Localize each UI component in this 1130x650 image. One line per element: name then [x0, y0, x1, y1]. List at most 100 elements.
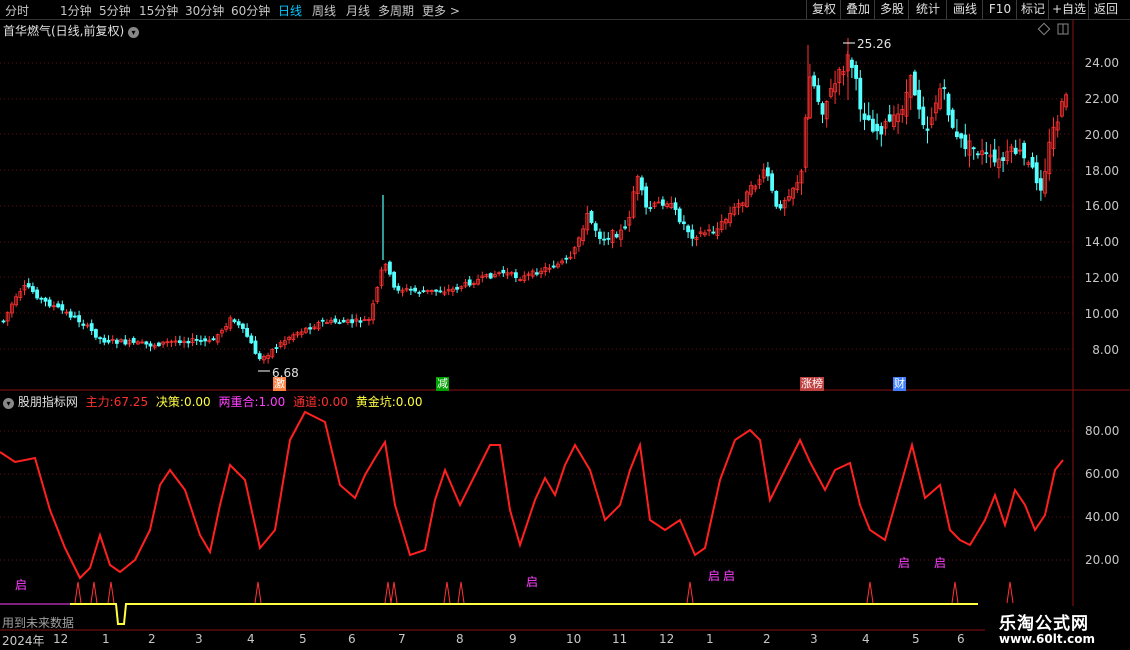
- candle-body: [946, 93, 951, 116]
- date-tick: 8: [456, 632, 464, 646]
- candle-body: [766, 167, 770, 177]
- candle-body: [640, 177, 644, 191]
- event-tag[interactable]: 减: [436, 377, 449, 391]
- candle-body: [564, 257, 569, 260]
- signal-spike: [384, 581, 392, 604]
- watermark-url: www.60lt.com: [999, 632, 1096, 646]
- candle-body: [421, 290, 426, 293]
- candle-body: [198, 340, 203, 342]
- candle-body: [249, 335, 254, 344]
- price-tick: 18.00: [1084, 164, 1119, 178]
- candle-body: [711, 231, 716, 234]
- candle-body: [26, 283, 31, 288]
- stock-title: 首华燃气(日线,前复权) ▾: [3, 22, 140, 39]
- start-signal-label: 启: [934, 556, 947, 570]
- event-tag[interactable]: 激: [273, 377, 286, 391]
- indicator-item-label: 通道:: [293, 395, 322, 409]
- indicator-item-label: 两重合:: [218, 395, 259, 409]
- candle-body: [203, 338, 208, 342]
- start-signal-label: 启: [15, 578, 28, 592]
- decision-line: [0, 603, 978, 625]
- watermark-title: 乐淘公式网: [999, 614, 1089, 634]
- date-tick: 2024年: [2, 634, 45, 648]
- signal-spike: [390, 581, 398, 604]
- candle-body: [921, 106, 926, 126]
- date-tick: 9: [509, 632, 517, 646]
- candle-body: [866, 115, 871, 121]
- candle-body: [673, 202, 678, 210]
- candle-body: [623, 226, 627, 229]
- candle-body: [186, 341, 191, 344]
- date-tick: 11: [612, 632, 628, 646]
- candle-body: [551, 265, 556, 268]
- indicator-tick: 40.00: [1085, 510, 1120, 524]
- candle-body: [89, 323, 94, 332]
- stock-chart-canvas[interactable]: [0, 0, 1130, 650]
- candle-body: [232, 319, 237, 323]
- start-signal-label: 启: [526, 575, 539, 589]
- indicator-item-label: 黄金坑:: [355, 395, 396, 409]
- candle-body: [1030, 156, 1035, 168]
- start-signal-label: 启: [898, 556, 911, 570]
- candle-body: [177, 340, 182, 344]
- candle-body: [413, 287, 418, 292]
- candle-body: [81, 323, 86, 326]
- date-tick: 2: [763, 632, 771, 646]
- date-tick: 2: [148, 632, 156, 646]
- candlestick-series: [1, 38, 1068, 364]
- signal-spike: [254, 581, 262, 604]
- candle-body: [434, 289, 439, 292]
- candle-body: [68, 311, 73, 318]
- candle-body: [43, 297, 48, 302]
- signal-spike: [107, 581, 115, 604]
- candle-body: [115, 339, 119, 344]
- candle-body: [963, 134, 968, 150]
- candle-body: [77, 315, 81, 323]
- candle-body: [677, 208, 682, 223]
- candle-body: [131, 337, 136, 343]
- candle-body: [770, 173, 774, 191]
- candle-body: [274, 347, 279, 349]
- start-signal-label: 启: [708, 569, 721, 583]
- signal-spike: [90, 581, 98, 604]
- date-tick: 4: [862, 632, 870, 646]
- candle-body: [102, 337, 107, 343]
- candle-body: [682, 221, 686, 225]
- chevron-down-icon[interactable]: ▾: [128, 27, 140, 38]
- indicator-item-value: 1.00: [258, 395, 286, 409]
- date-tick: 12: [53, 632, 69, 646]
- candle-body: [211, 338, 216, 341]
- candle-body: [850, 59, 854, 68]
- candle-body: [593, 223, 598, 231]
- date-tick: 6: [957, 632, 965, 646]
- watermark-logo: 乐淘公式网 www.60lt.com: [985, 606, 1130, 650]
- diamond-icon[interactable]: [1037, 22, 1051, 36]
- candle-body: [820, 103, 825, 115]
- price-tick: 20.00: [1084, 128, 1119, 142]
- candle-body: [875, 123, 879, 132]
- chevron-down-icon[interactable]: ▾: [3, 398, 14, 409]
- candle-body: [257, 353, 262, 360]
- candle-body: [602, 238, 606, 241]
- signal-spike: [866, 581, 874, 604]
- candle-body: [1022, 142, 1026, 159]
- date-tick: 7: [398, 632, 406, 646]
- candle-body: [690, 229, 695, 239]
- candle-body: [514, 272, 518, 279]
- candle-body: [1001, 157, 1005, 161]
- candle-body: [236, 321, 241, 326]
- start-signal-label: 启: [723, 569, 736, 583]
- date-tick: 5: [912, 632, 920, 646]
- candle-body: [955, 131, 959, 138]
- candle-body: [1034, 162, 1039, 184]
- candle-body: [438, 290, 443, 293]
- price-tick: 10.00: [1084, 307, 1119, 321]
- event-tag[interactable]: 涨榜: [800, 377, 824, 391]
- candle-body: [950, 109, 955, 128]
- date-tick: 3: [195, 632, 203, 646]
- event-tag[interactable]: 财: [893, 377, 906, 391]
- candle-body: [106, 339, 111, 343]
- candle-body: [925, 128, 930, 131]
- candle-body: [47, 299, 52, 307]
- price-tick: 22.00: [1084, 92, 1119, 106]
